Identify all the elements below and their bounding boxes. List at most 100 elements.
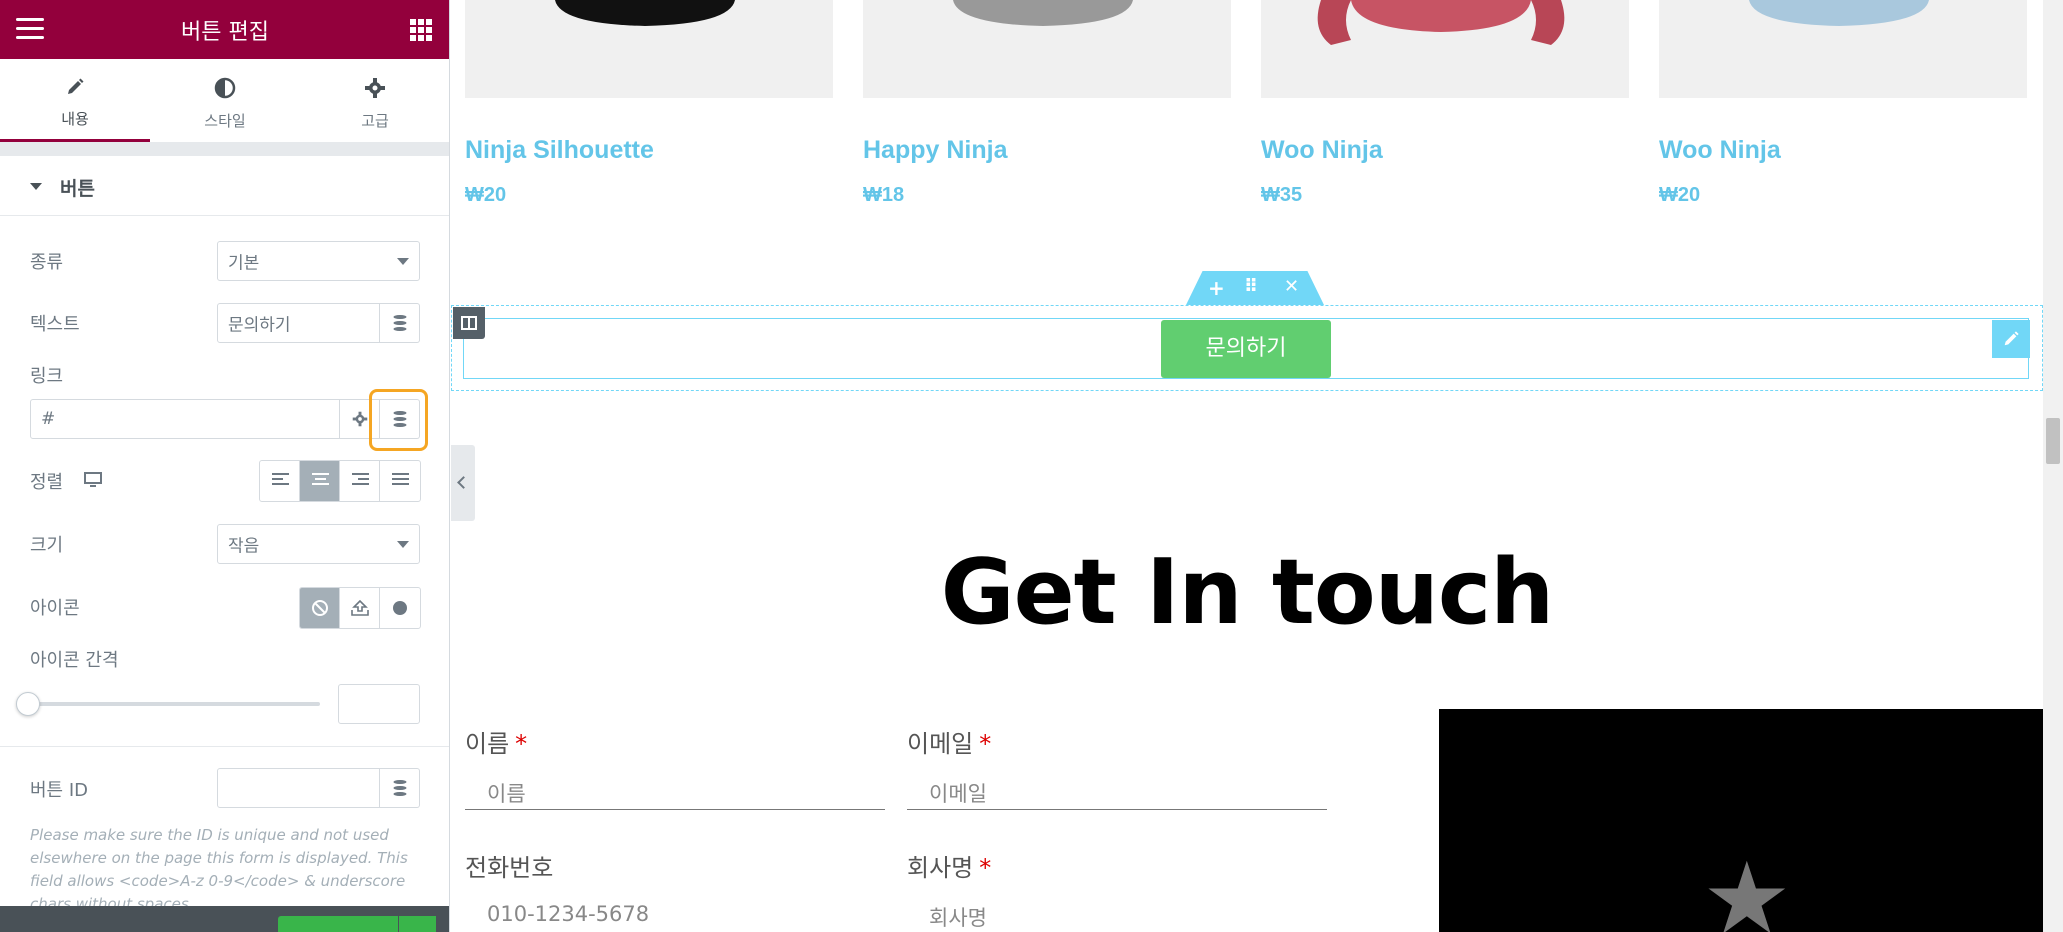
button-id-dynamic-tags-button[interactable]: [380, 768, 420, 808]
tab-content-label: 내용: [61, 110, 89, 128]
required-marker: *: [979, 854, 992, 882]
none-icon: [312, 600, 328, 616]
icon-label: 아이콘: [30, 598, 80, 619]
align-center-icon: [312, 473, 329, 489]
grey-hoodie-image: [953, 0, 1133, 26]
required-marker: *: [515, 730, 528, 758]
database-icon: [393, 315, 406, 331]
alignment-group: [259, 460, 421, 502]
database-icon: [393, 780, 406, 796]
divider: [0, 746, 449, 747]
product-image[interactable]: [1261, 0, 1629, 98]
caret-down-icon: [30, 183, 42, 190]
product-price: ₩20: [465, 184, 507, 206]
size-select[interactable]: 작음: [217, 524, 420, 564]
icon-spacing-slider-handle[interactable]: [16, 692, 40, 716]
contact-heading: Get In touch: [940, 540, 1555, 645]
align-center-button[interactable]: [300, 461, 340, 501]
phone-placeholder: 010-1234-5678: [487, 902, 650, 926]
tab-advanced[interactable]: 고급: [300, 59, 449, 142]
product-title[interactable]: Woo Ninja: [1261, 136, 1383, 165]
red-hoodie-image: [1317, 0, 1565, 45]
panel-tabs: 내용 스타일 고급: [0, 59, 449, 142]
product-price: ₩18: [863, 184, 905, 206]
panel-header: 버튼 편집: [0, 0, 449, 59]
align-justify-button[interactable]: [380, 461, 420, 501]
text-dynamic-tags-button[interactable]: [380, 303, 420, 343]
phone-field-label: 전화번호: [465, 848, 553, 883]
product-title[interactable]: Happy Ninja: [863, 136, 1007, 165]
circle-icon: [393, 601, 407, 615]
close-section-icon[interactable]: ✕: [1284, 276, 1299, 297]
editor-panel: 버튼 편집 내용 스타일 고급 버튼 종류 기본 텍스트 문의하기 링크 # 정…: [0, 0, 450, 932]
icon-spacing-slider-track[interactable]: [30, 702, 320, 706]
company-label-text: 회사명: [907, 854, 974, 882]
pencil-icon: [2004, 331, 2019, 346]
panel-footer: [0, 906, 449, 932]
chevron-down-icon: [397, 541, 409, 548]
chevron-down-icon: [397, 258, 409, 265]
button-id-label: 버튼 ID: [30, 780, 89, 801]
page-canvas: Ninja Silhouette Happy Ninja Woo Ninja W…: [451, 0, 2043, 932]
tab-advanced-label: 고급: [361, 112, 389, 130]
product-price: ₩20: [1659, 184, 1701, 206]
panel-title: 버튼 편집: [181, 20, 269, 45]
email-input[interactable]: 이메일: [907, 768, 1327, 810]
product-price: ₩35: [1261, 184, 1303, 206]
product-image[interactable]: [863, 0, 1231, 98]
product-image[interactable]: [465, 0, 833, 98]
add-section-icon[interactable]: +: [1208, 276, 1225, 300]
desktop-icon[interactable]: [84, 472, 102, 488]
align-left-button[interactable]: [260, 461, 300, 501]
video-placeholder[interactable]: ★: [1439, 709, 2043, 932]
icon-upload-button[interactable]: [340, 588, 380, 628]
column-icon: [461, 316, 477, 330]
phone-input[interactable]: 010-1234-5678: [465, 892, 735, 932]
company-input[interactable]: 회사명: [907, 892, 1327, 932]
publish-options-button[interactable]: [399, 916, 436, 932]
inquire-button[interactable]: 문의하기: [1161, 320, 1331, 378]
scrollbar-thumb[interactable]: [2046, 418, 2060, 464]
text-input-value: 문의하기: [228, 315, 291, 336]
text-label: 텍스트: [30, 314, 80, 335]
star-icon: ★: [1702, 840, 1792, 932]
black-hoodie-image: [555, 0, 735, 26]
pencil-icon: [68, 78, 84, 94]
type-label: 종류: [30, 252, 64, 273]
text-input[interactable]: 문의하기: [217, 303, 380, 343]
product-image[interactable]: [1659, 0, 2027, 98]
alignment-label: 정렬: [30, 472, 64, 493]
section-header-button[interactable]: 버튼: [0, 156, 449, 216]
icon-none-button[interactable]: [300, 588, 340, 628]
gear-icon: [352, 411, 367, 427]
align-right-icon: [352, 473, 369, 489]
panel-body: 버튼 종류 기본 텍스트 문의하기 링크 # 정렬 크기 작음 아이콘 아이콘 …: [0, 156, 449, 913]
button-id-input[interactable]: [217, 768, 380, 808]
icon-circle-button[interactable]: [380, 588, 420, 628]
company-placeholder: 회사명: [929, 906, 987, 930]
link-input-value: #: [41, 409, 56, 429]
edit-widget-button[interactable]: [1992, 320, 2030, 358]
email-placeholder: 이메일: [929, 782, 987, 806]
align-right-button[interactable]: [340, 461, 380, 501]
collapse-panel-button[interactable]: [451, 445, 475, 521]
name-field-label: 이름 *: [465, 724, 527, 759]
column-handle[interactable]: [453, 307, 485, 339]
name-input[interactable]: 이름: [465, 768, 885, 810]
product-title[interactable]: Woo Ninja: [1659, 136, 1781, 165]
tab-style[interactable]: 스타일: [150, 59, 300, 142]
type-select-value: 기본: [228, 253, 260, 274]
link-input[interactable]: #: [30, 399, 340, 439]
product-title[interactable]: Ninja Silhouette: [465, 136, 654, 165]
align-justify-icon: [392, 473, 409, 489]
icon-choice-group: [299, 587, 421, 629]
publish-button[interactable]: [278, 916, 398, 932]
icon-spacing-input[interactable]: [338, 684, 420, 724]
required-marker: *: [979, 730, 992, 758]
widgets-grid-icon[interactable]: [410, 19, 432, 41]
drag-section-icon[interactable]: ⠿: [1244, 276, 1258, 297]
type-select[interactable]: 기본: [217, 241, 420, 281]
page-scrollbar[interactable]: [2043, 0, 2063, 932]
tab-content[interactable]: 내용: [0, 59, 150, 142]
size-select-value: 작음: [228, 536, 260, 557]
